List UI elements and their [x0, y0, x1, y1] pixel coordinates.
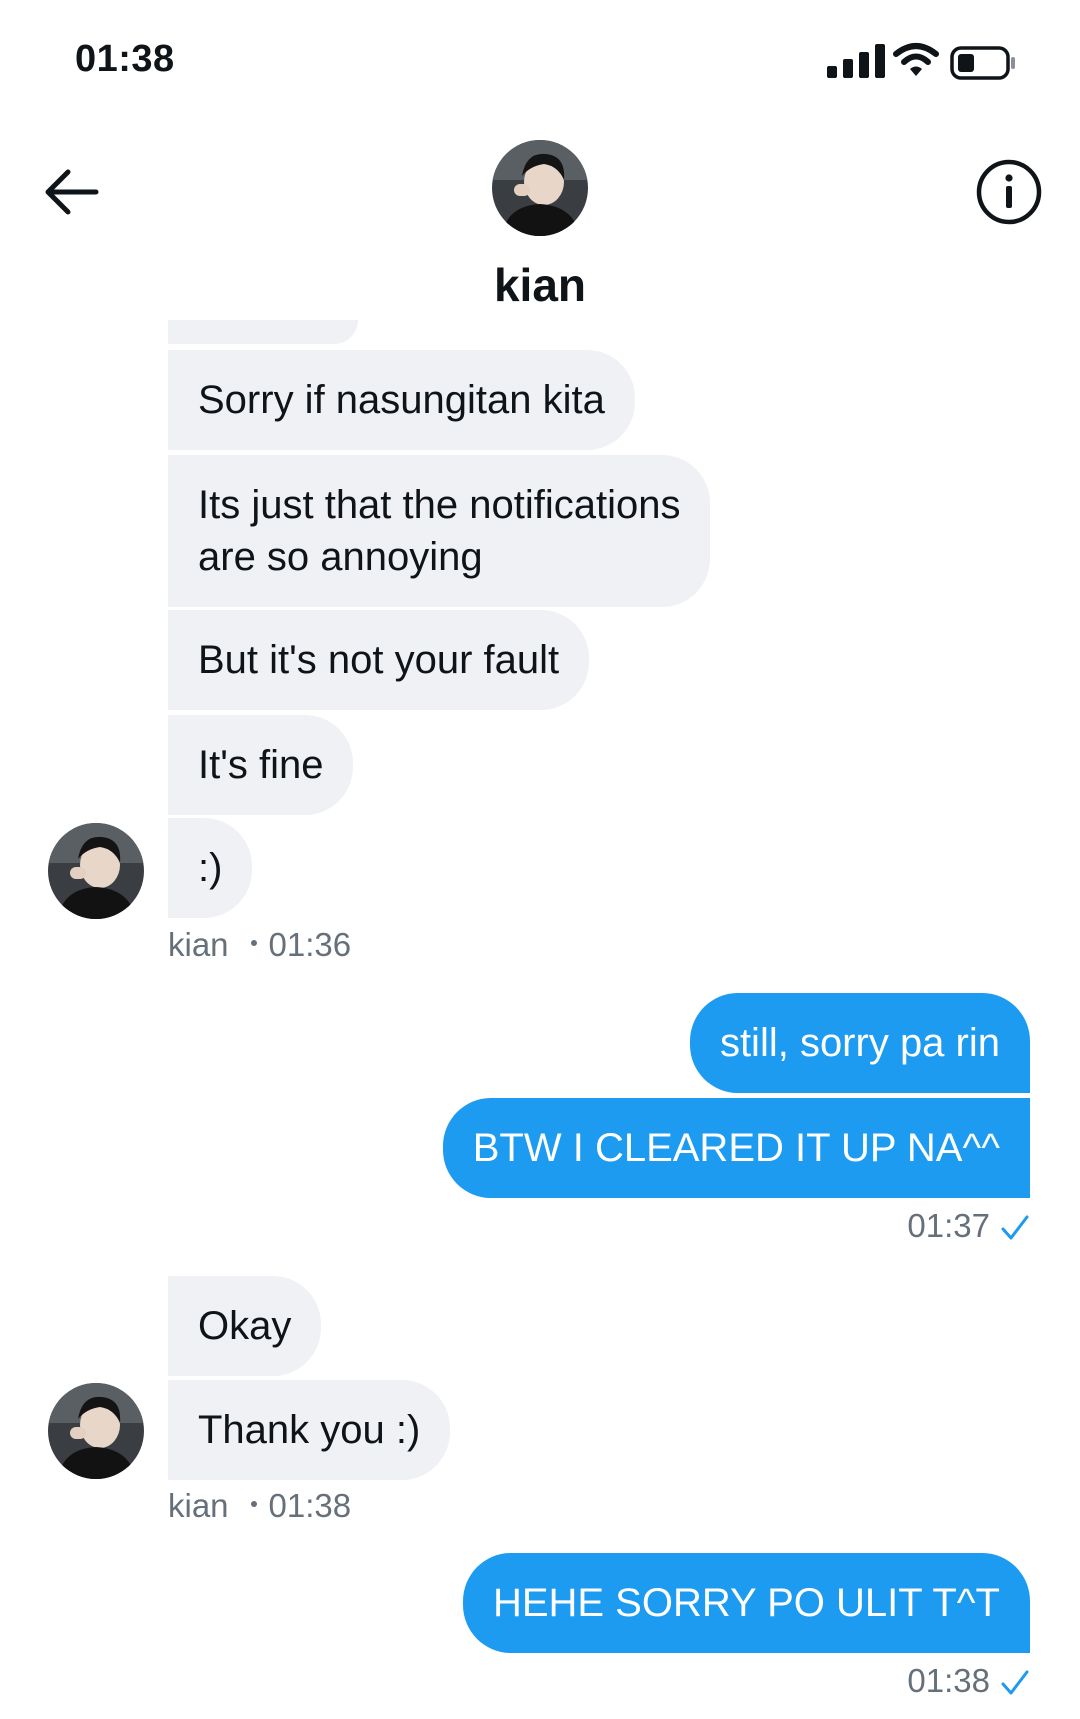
message-meta: kian 01:36: [168, 926, 351, 964]
battery-icon: [950, 46, 1015, 80]
back-arrow-icon[interactable]: [40, 160, 104, 224]
incoming-message[interactable]: But it's not your fault: [168, 610, 590, 710]
outgoing-message[interactable]: still, sorry pa rin: [689, 993, 1030, 1093]
message-meta: kian 01:38: [168, 1487, 351, 1525]
message-time: 01:36: [268, 926, 352, 963]
sender-name: kian: [168, 926, 229, 963]
incoming-message[interactable]: Okay: [168, 1276, 322, 1376]
header-avatar[interactable]: [492, 140, 588, 236]
incoming-message[interactable]: Sorry if nasungitan kita: [168, 350, 635, 450]
header-name: kian: [493, 259, 587, 311]
incoming-message[interactable]: Its just that the notifications are so a…: [168, 455, 711, 607]
check-icon: [1001, 1215, 1029, 1240]
outgoing-message[interactable]: HEHE SORRY PO ULIT T^T: [462, 1553, 1030, 1653]
scrolled-message-edge: [168, 320, 358, 344]
sender-name: kian: [168, 1487, 229, 1524]
signal-icon: [827, 44, 885, 78]
message-meta: 01:38: [907, 1662, 1030, 1700]
wifi-icon: [893, 43, 939, 76]
status-time: 01:38: [75, 38, 175, 80]
message-time: 01:37: [907, 1207, 990, 1244]
incoming-message[interactable]: Thank you :): [168, 1380, 451, 1480]
sender-avatar[interactable]: [48, 1383, 144, 1479]
outgoing-message[interactable]: BTW I CLEARED IT UP NA^^: [442, 1098, 1030, 1198]
info-icon[interactable]: [975, 158, 1043, 226]
check-icon: [1001, 1670, 1029, 1695]
message-time: 01:38: [268, 1487, 352, 1524]
incoming-message[interactable]: :): [168, 818, 253, 918]
incoming-message[interactable]: It's fine: [168, 715, 354, 815]
status-bar: 01:38: [0, 0, 1080, 120]
message-meta: 01:37: [907, 1207, 1030, 1245]
sender-avatar[interactable]: [48, 823, 144, 919]
message-time: 01:38: [907, 1662, 990, 1699]
